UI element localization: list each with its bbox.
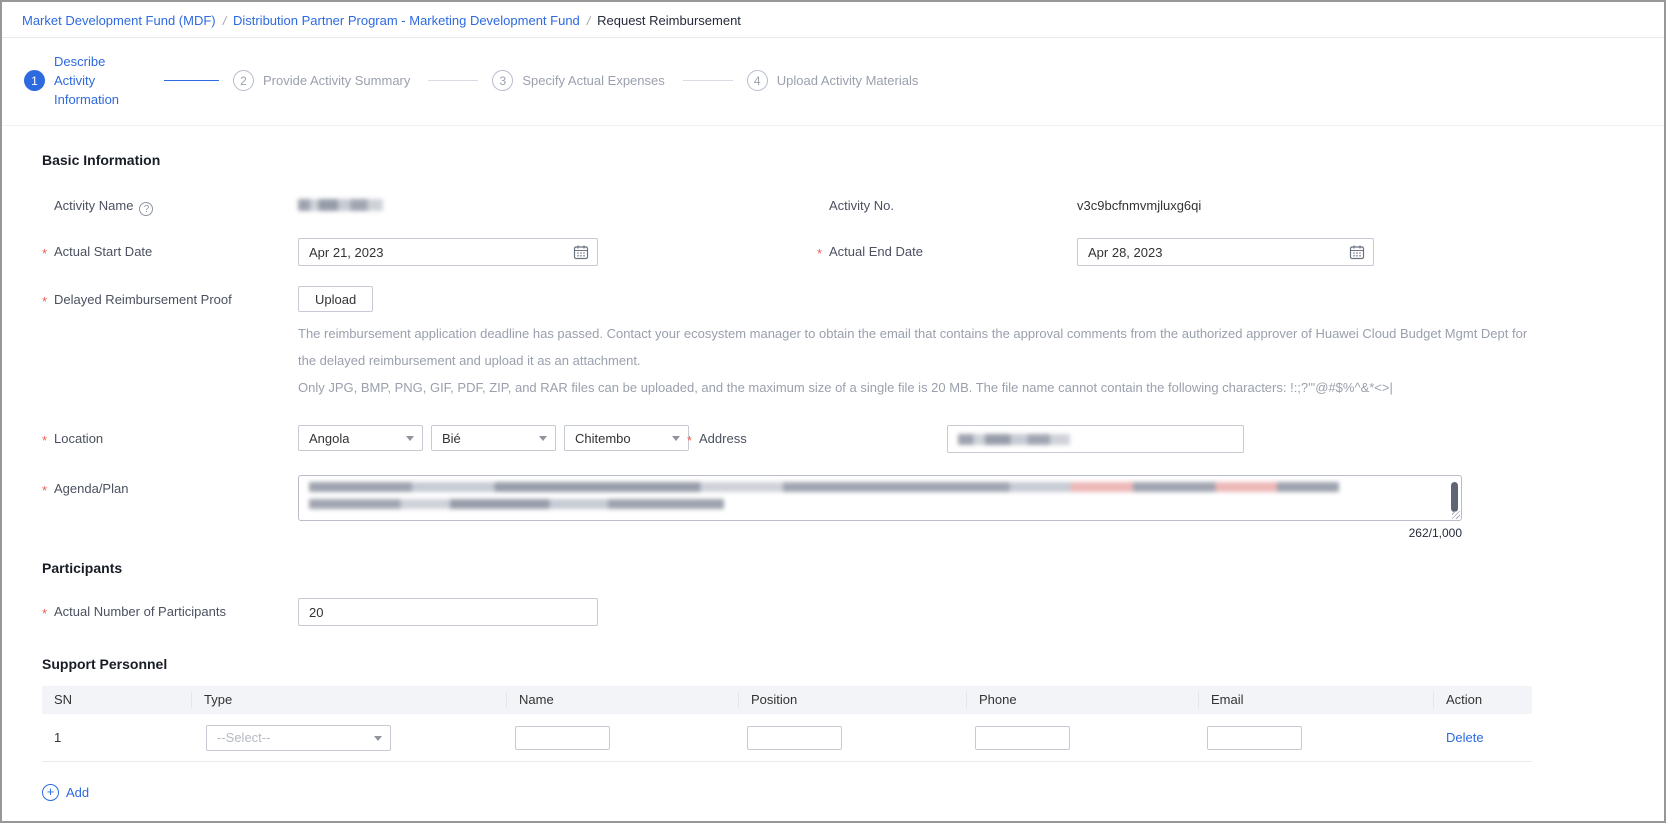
calendar-icon[interactable] <box>573 244 589 263</box>
actual-end-date-label: Actual End Date <box>817 238 1077 266</box>
activity-name-redacted-value <box>298 199 383 211</box>
row-phone-input[interactable] <box>975 725 1070 750</box>
agenda-plan-label: Agenda/Plan <box>42 475 298 499</box>
column-header-action: Action <box>1446 692 1483 707</box>
breadcrumb-link-mdf[interactable]: Market Development Fund (MDF) <box>22 13 216 28</box>
row-email-input[interactable] <box>1207 725 1302 750</box>
activity-no-value: v3c9bcfnmvmjluxg6qi <box>1077 198 1202 213</box>
row-delete-link[interactable]: Delete <box>1446 730 1484 745</box>
step-connector <box>428 80 479 81</box>
row-name-input[interactable] <box>515 725 610 750</box>
delayed-reimbursement-proof-label: Delayed Reimbursement Proof <box>42 286 298 310</box>
column-header-type: Type <box>192 692 507 708</box>
help-icon[interactable]: ? <box>139 202 154 216</box>
agenda-plan-textarea[interactable] <box>298 475 1462 521</box>
table-row: 1 --Select-- Delete <box>42 714 1532 762</box>
row-sn-value: 1 <box>54 730 62 745</box>
proof-hint-filetypes: Only JPG, BMP, PNG, GIF, PDF, ZIP, and R… <box>298 380 1393 395</box>
actual-start-date-input[interactable]: Apr 21, 2023 <box>298 238 598 266</box>
add-row-button[interactable]: + Add <box>42 784 1664 801</box>
table-header-row: SN Type Name Position Phone Email Action <box>42 686 1532 714</box>
activity-name-label: Activity Name? <box>42 192 298 216</box>
calendar-icon[interactable] <box>1349 244 1365 263</box>
step-4-circle: 4 <box>746 70 768 91</box>
step-3-label: Specify Actual Expenses <box>522 73 665 88</box>
proof-hint-deadline: The reimbursement application deadline h… <box>298 326 1528 368</box>
breadcrumb-separator: / <box>585 13 592 28</box>
breadcrumb-current: Request Reimbursement <box>597 13 741 28</box>
chevron-down-icon <box>672 436 680 441</box>
row-position-input[interactable] <box>747 725 842 750</box>
breadcrumb-link-program[interactable]: Distribution Partner Program - Marketing… <box>233 13 580 28</box>
step-1-label: Describe Activity Information <box>54 54 120 107</box>
step-connector <box>682 80 733 81</box>
agenda-redacted-line <box>309 499 724 509</box>
upload-button[interactable]: Upload <box>298 286 374 312</box>
location-province-select[interactable]: Bié <box>431 425 556 451</box>
step-connector-active <box>164 80 219 81</box>
breadcrumb-separator: / <box>221 13 228 28</box>
step-3-circle: 3 <box>492 70 514 91</box>
section-title-support-personnel: Support Personnel <box>42 656 168 672</box>
breadcrumb: Market Development Fund (MDF) / Distribu… <box>2 2 1664 38</box>
address-redacted-value <box>958 433 1070 445</box>
textarea-scrollbar-thumb[interactable] <box>1451 482 1458 512</box>
section-title-participants: Participants <box>42 560 123 576</box>
column-header-position: Position <box>739 692 967 708</box>
add-label: Add <box>66 785 90 800</box>
step-wizard: 1 Describe Activity Information 2 Provid… <box>2 38 1664 126</box>
participants-count-input[interactable]: 20 <box>298 598 598 626</box>
step-4-label: Upload Activity Materials <box>776 73 919 88</box>
address-input[interactable] <box>947 425 1244 453</box>
step-1-circle: 1 <box>24 70 45 91</box>
agenda-redacted-line <box>309 482 1339 492</box>
activity-no-label: Activity No. <box>829 198 895 213</box>
row-type-select[interactable]: --Select-- <box>206 724 391 751</box>
chevron-down-icon <box>374 735 382 741</box>
step-2-circle: 2 <box>233 70 254 91</box>
app-window: Market Development Fund (MDF) / Distribu… <box>0 0 1666 823</box>
column-header-phone: Phone <box>967 692 1199 708</box>
location-label: Location <box>42 425 298 451</box>
address-label: Address <box>687 425 947 453</box>
location-city-select[interactable]: Chitembo <box>564 425 689 451</box>
column-header-sn: SN <box>42 692 192 708</box>
plus-circle-icon: + <box>42 784 59 801</box>
chevron-down-icon <box>406 436 414 441</box>
agenda-character-counter: 262/1,000 <box>1408 526 1462 540</box>
column-header-email: Email <box>1199 692 1434 708</box>
section-title-basic-information: Basic Information <box>42 152 161 168</box>
actual-number-of-participants-label: Actual Number of Participants <box>42 598 298 622</box>
column-header-name: Name <box>507 692 739 708</box>
actual-end-date-input[interactable]: Apr 28, 2023 <box>1077 238 1374 266</box>
textarea-resize-grip[interactable] <box>1452 511 1460 519</box>
actual-start-date-label: Actual Start Date <box>42 238 298 266</box>
chevron-down-icon <box>539 436 547 441</box>
step-2-label: Provide Activity Summary <box>263 73 411 88</box>
location-country-select[interactable]: Angola <box>298 425 423 451</box>
support-personnel-table: SN Type Name Position Phone Email Action… <box>42 686 1532 762</box>
